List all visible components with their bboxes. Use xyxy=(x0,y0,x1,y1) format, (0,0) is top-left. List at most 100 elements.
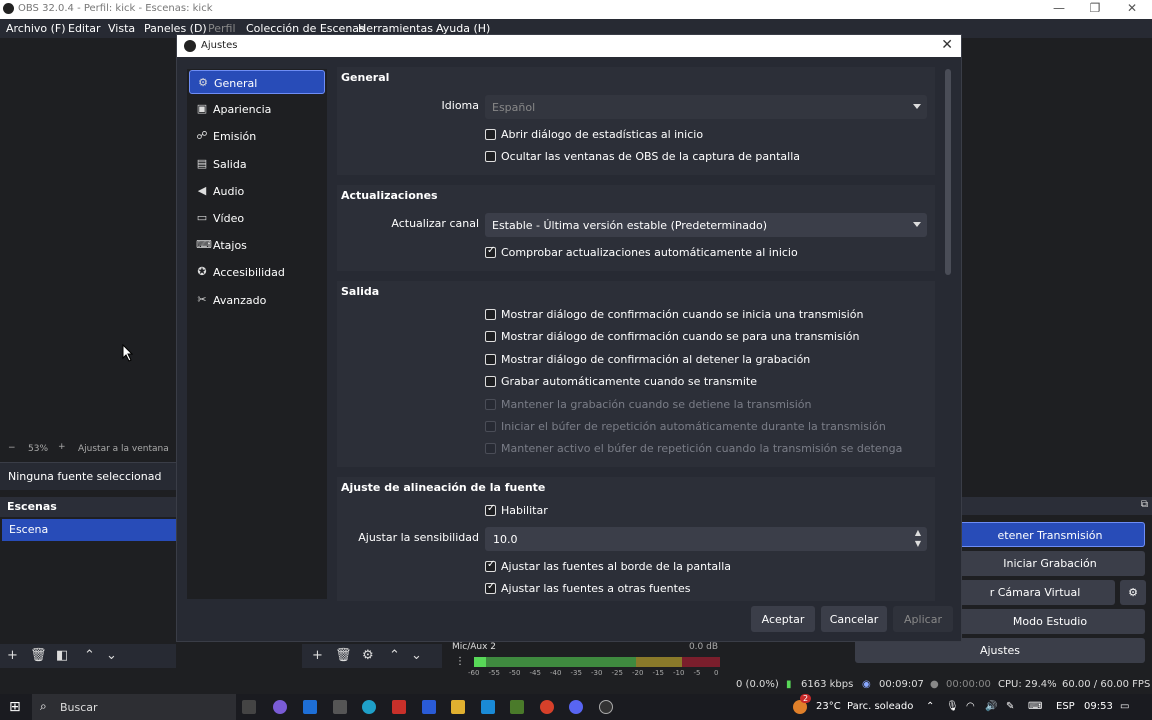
remove-source-icon[interactable]: 🗑 xyxy=(335,648,352,663)
mixer-menu-icon[interactable]: ⋮ xyxy=(455,656,465,667)
add-scene-icon[interactable]: + xyxy=(7,648,18,663)
update-channel-label: Actualizar canal xyxy=(391,217,479,230)
word-icon[interactable] xyxy=(422,700,436,714)
windows-start-icon[interactable]: ⊞ xyxy=(9,699,21,715)
dialog-title: Ajustes xyxy=(201,40,238,51)
settings-scroll-thumb[interactable] xyxy=(945,69,951,275)
spin-down-icon[interactable]: ▼ xyxy=(915,539,921,548)
snap-screen-edge-checkbox[interactable]: Ajustar las fuentes al borde de la panta… xyxy=(485,559,905,577)
output-option-label: Iniciar el búfer de repetición automátic… xyxy=(501,420,886,433)
chrome-icon[interactable] xyxy=(540,700,554,714)
sensitivity-label: Ajustar la sensibilidad xyxy=(358,531,479,544)
nav-item-label: General xyxy=(214,77,258,90)
minecraft-icon[interactable] xyxy=(510,700,524,714)
language-select[interactable]: Español xyxy=(485,95,927,119)
nav-item-audio[interactable]: ◀ Audio xyxy=(189,179,325,203)
output-option-checkbox: Mantener la grabación cuando se detiene … xyxy=(485,397,925,415)
nav-item-video[interactable]: ▭ Vídeo xyxy=(189,206,325,230)
spin-up-icon[interactable]: ▲ xyxy=(915,528,921,537)
accept-button[interactable]: Aceptar xyxy=(751,606,815,632)
stats-on-start-checkbox[interactable]: Abrir diálogo de estadísticas al inicio xyxy=(485,127,905,145)
snap-other-sources-checkbox[interactable]: Ajustar las fuentes a otras fuentes xyxy=(485,581,905,599)
store-icon[interactable] xyxy=(481,700,495,714)
source-settings-icon[interactable]: ⚙ xyxy=(362,648,374,663)
clock[interactable]: 09:53 xyxy=(1084,701,1113,712)
sensitivity-spinbox[interactable]: 10.0 ▲ ▼ xyxy=(485,527,927,551)
nav-item-emision[interactable]: ☍ Emisión xyxy=(189,124,325,148)
close-icon[interactable]: ✕ xyxy=(1117,1,1147,15)
apply-button[interactable]: Aplicar xyxy=(893,606,953,632)
keyboard-icon[interactable]: ⌨ xyxy=(1028,701,1042,712)
output-option-checkbox[interactable]: Mostrar diálogo de confirmación cuando s… xyxy=(485,329,925,347)
zoom-in-icon[interactable]: + xyxy=(58,442,66,452)
meter-level xyxy=(474,657,486,667)
zoom-level: 53% xyxy=(28,444,49,454)
virtual-camera-button[interactable]: r Cámara Virtual xyxy=(955,580,1115,605)
microphone-icon[interactable]: 🎙 xyxy=(946,701,959,712)
pen-icon[interactable]: ✎ xyxy=(1006,701,1014,712)
dropped-frames: 0 (0.0%) xyxy=(736,679,779,690)
nav-item-atajos[interactable]: ⌨ Atajos xyxy=(189,233,325,257)
studio-mode-button[interactable]: Modo Estudio xyxy=(955,609,1145,634)
dialog-close-icon[interactable]: ✕ xyxy=(941,37,953,53)
snapping-title: Ajuste de alineación de la fuente xyxy=(341,481,546,494)
file-explorer-icon[interactable] xyxy=(451,700,465,714)
stop-stream-button[interactable]: etener Transmisión xyxy=(955,522,1145,547)
calculator-icon[interactable] xyxy=(333,700,347,714)
output-option-checkbox[interactable]: Mostrar diálogo de confirmación cuando s… xyxy=(485,307,925,325)
nav-item-general[interactable]: ⚙ General xyxy=(189,70,325,94)
move-down-icon[interactable]: ⌄ xyxy=(106,648,117,663)
update-channel-select[interactable]: Estable - Última versión estable (Predet… xyxy=(485,213,927,237)
tray-chevron-icon[interactable]: ⌃ xyxy=(926,701,934,712)
taskbar-search[interactable]: ⌕ Buscar xyxy=(32,694,236,720)
volume-icon[interactable]: 🔊 xyxy=(985,701,997,712)
filter-icon[interactable]: ◧ xyxy=(56,648,68,663)
language-indicator[interactable]: ESP xyxy=(1056,701,1075,712)
nav-item-label: Apariencia xyxy=(213,103,272,117)
nav-item-apariencia[interactable]: ▣ Apariencia xyxy=(189,97,325,121)
nav-item-salida[interactable]: ▤ Salida xyxy=(189,152,325,176)
move-up-icon[interactable]: ⌃ xyxy=(84,648,95,663)
notifications-icon[interactable]: ▭ xyxy=(1120,701,1129,712)
remove-scene-icon[interactable]: 🗑 xyxy=(30,648,47,663)
menu-archivo[interactable]: Archivo (F) xyxy=(6,22,66,35)
virtual-camera-settings-button[interactable]: ⚙ xyxy=(1120,580,1146,605)
scene-item[interactable]: Escena xyxy=(2,519,176,541)
start-recording-button[interactable]: Iniciar Grabación xyxy=(955,551,1145,576)
snapping-enable-checkbox[interactable]: Habilitar xyxy=(485,503,905,521)
zoom-out-icon[interactable]: − xyxy=(8,443,16,453)
add-source-icon[interactable]: + xyxy=(312,648,323,663)
minimize-icon[interactable]: — xyxy=(1044,1,1074,15)
app-icon-red[interactable] xyxy=(392,700,406,714)
record-time: 00:00:00 xyxy=(946,679,991,690)
edge-icon[interactable] xyxy=(362,700,376,714)
auto-check-updates-checkbox[interactable]: Comprobar actualizaciones automáticament… xyxy=(485,245,905,263)
source-down-icon[interactable]: ⌄ xyxy=(411,648,422,663)
task-view-icon[interactable] xyxy=(242,700,256,714)
output-option-checkbox[interactable]: Grabar automáticamente cuando se transmi… xyxy=(485,374,925,392)
dock-float-icon[interactable]: ⧉ xyxy=(1141,499,1148,510)
menu-editar[interactable]: Editar xyxy=(68,22,101,35)
fps-counter: 60.00 / 60.00 FPS xyxy=(1062,679,1151,690)
fit-window-label[interactable]: Ajustar a la ventana xyxy=(78,444,169,454)
source-up-icon[interactable]: ⌃ xyxy=(389,648,400,663)
obs-taskbar-icon[interactable] xyxy=(599,700,613,714)
meter-green-zone xyxy=(474,657,636,667)
maximize-icon[interactable]: ❐ xyxy=(1080,1,1110,15)
wifi-icon[interactable]: ◠ xyxy=(966,701,975,712)
dialog-titlebar: Ajustes ✕ xyxy=(177,35,961,57)
hide-from-capture-checkbox[interactable]: Ocultar las ventanas de OBS de la captur… xyxy=(485,149,905,167)
outlook-icon[interactable] xyxy=(303,700,317,714)
notification-badge: 2 xyxy=(800,694,812,703)
nav-item-label: Salida xyxy=(213,157,247,171)
nav-item-avanzado[interactable]: ✂ Avanzado xyxy=(189,288,325,312)
nav-item-accesibilidad[interactable]: ✪ Accesibilidad xyxy=(189,260,325,284)
copilot-icon[interactable] xyxy=(273,700,287,714)
cancel-button[interactable]: Cancelar xyxy=(821,606,887,632)
language-label: Idioma xyxy=(441,99,479,112)
menu-vista[interactable]: Vista xyxy=(108,22,135,35)
output-option-checkbox[interactable]: Mostrar diálogo de confirmación al deten… xyxy=(485,352,925,370)
discord-icon[interactable] xyxy=(569,700,583,714)
nav-item-label: Audio xyxy=(213,184,245,198)
mixer-db-value: 0.0 dB xyxy=(688,642,718,652)
